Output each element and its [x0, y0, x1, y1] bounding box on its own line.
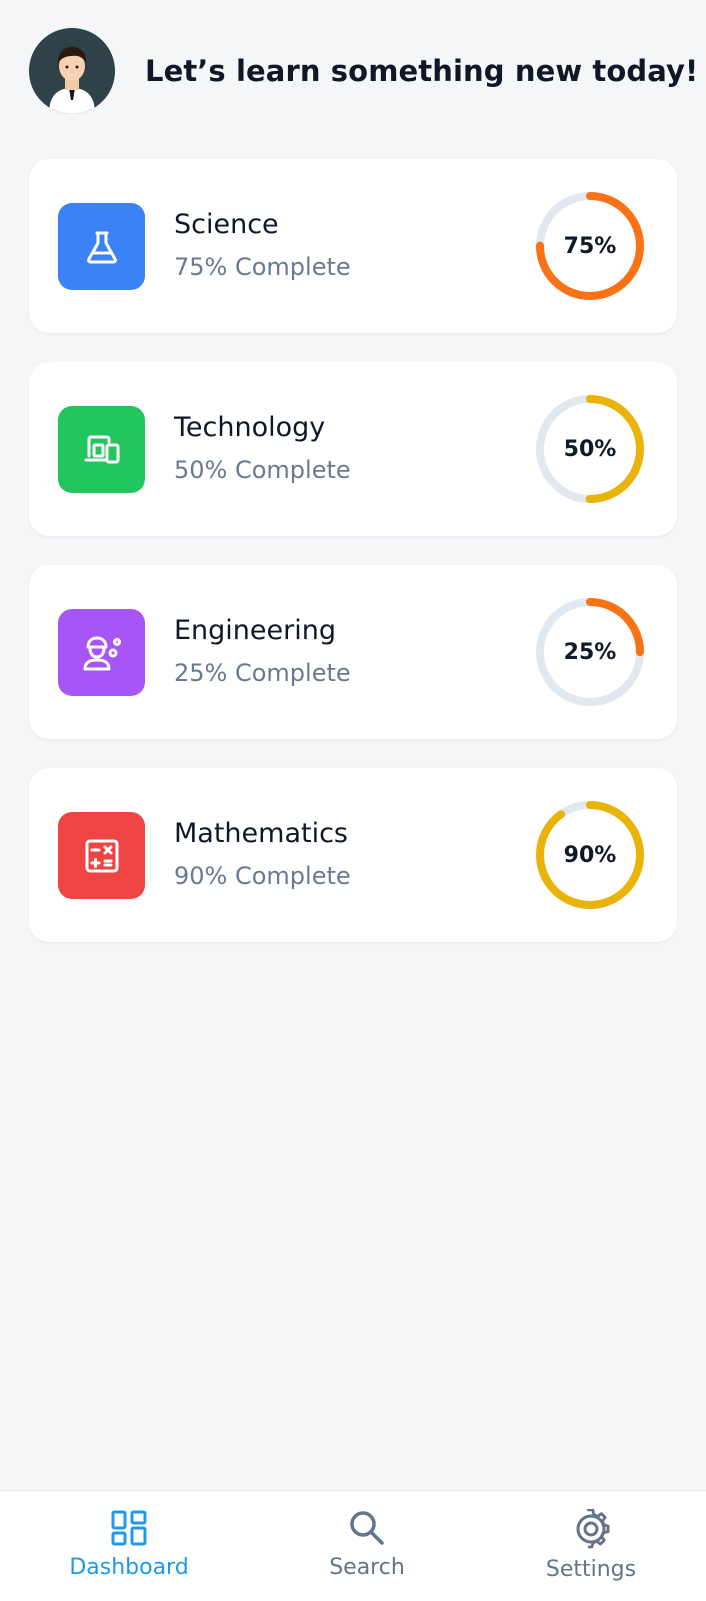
subject-icon-tile — [58, 609, 145, 696]
subject-progress-text: 50% Complete — [174, 456, 351, 484]
subject-progress-text: 25% Complete — [174, 659, 351, 687]
subject-progress-text: 75% Complete — [174, 253, 351, 281]
gear-icon — [576, 1509, 610, 1549]
subject-icon-tile — [58, 203, 145, 290]
avatar[interactable] — [29, 28, 115, 114]
progress-ring: 50% — [533, 392, 647, 506]
search-icon — [350, 1511, 384, 1545]
nav-item-settings[interactable]: Settings — [491, 1509, 691, 1582]
subject-title: Technology — [174, 412, 326, 443]
progress-ring: 90% — [533, 798, 647, 912]
progress-percent: 25% — [563, 639, 617, 665]
dashboard-icon — [111, 1510, 147, 1546]
progress-ring: 75% — [533, 189, 647, 303]
nav-label: Settings — [545, 1557, 637, 1582]
calculator-icon — [85, 839, 118, 872]
progress-ring: 25% — [533, 595, 647, 709]
subject-title: Engineering — [174, 615, 336, 646]
page-title: Let’s learn something new today! — [145, 54, 699, 88]
progress-percent: 90% — [563, 842, 617, 868]
bottom-nav: Dashboard Search Settings — [0, 1490, 706, 1601]
progress-percent: 50% — [563, 436, 617, 462]
engineer-icon — [83, 636, 121, 670]
subject-card-mathematics[interactable]: Mathematics 90% Complete 90% — [29, 768, 677, 942]
nav-label: Search — [329, 1555, 405, 1580]
subject-card-technology[interactable]: Technology 50% Complete 50% — [29, 362, 677, 536]
subject-progress-text: 90% Complete — [174, 862, 351, 890]
user-avatar-icon — [29, 28, 115, 114]
nav-label: Dashboard — [69, 1555, 189, 1580]
progress-percent: 75% — [563, 233, 617, 259]
subject-icon-tile — [58, 406, 145, 493]
nav-item-dashboard[interactable]: Dashboard — [29, 1509, 229, 1580]
subject-title: Science — [174, 209, 279, 240]
subject-list: Science 75% Complete 75% Technology 50% … — [29, 159, 677, 971]
header: Let’s learn something new today! — [29, 28, 698, 114]
subject-card-engineering[interactable]: Engineering 25% Complete 25% — [29, 565, 677, 739]
subject-icon-tile — [58, 812, 145, 899]
subject-card-science[interactable]: Science 75% Complete 75% — [29, 159, 677, 333]
subject-title: Mathematics — [174, 818, 348, 849]
flask-icon — [86, 231, 117, 263]
nav-item-search[interactable]: Search — [267, 1509, 467, 1580]
devices-icon — [84, 435, 119, 463]
